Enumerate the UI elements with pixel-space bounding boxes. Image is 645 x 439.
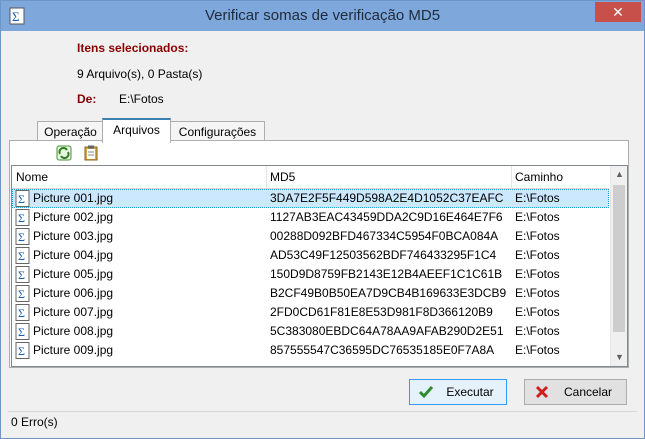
tab-operacao[interactable]: Operação xyxy=(37,121,104,142)
arquivos-panel: Nome MD5 Caminho Σ Picture 001.jpg 3DA7E2F… xyxy=(9,140,629,368)
md5-file-icon: Σ xyxy=(15,304,30,321)
svg-text:Σ: Σ xyxy=(18,287,25,301)
refresh-icon[interactable] xyxy=(56,145,72,161)
check-icon xyxy=(418,386,434,399)
table-row[interactable]: Σ Picture 007.jpg 2FD0CD61F81E8E53D981F8D3… xyxy=(12,303,609,322)
cancel-button[interactable]: Cancelar xyxy=(524,379,627,405)
md5-file-icon: Σ xyxy=(15,209,30,226)
files-list[interactable]: Nome MD5 Caminho Σ Picture 001.jpg 3DA7E2F… xyxy=(11,165,628,367)
md5-cell: AD53C49F12503562BDF746433295F1C4 xyxy=(270,248,497,262)
md5-cell: 5C383080EBDC64A78AA9AFAB290D2E51 xyxy=(270,324,504,338)
path-cell: E:\Fotos xyxy=(515,305,560,319)
tab-arquivos[interactable]: Arquivos xyxy=(102,118,171,143)
column-header-nome[interactable]: Nome xyxy=(12,166,267,188)
file-name-cell: Picture 005.jpg xyxy=(33,267,114,281)
scroll-down-arrow-icon[interactable]: ▼ xyxy=(611,349,627,366)
selected-items-heading: Itens selecionados: xyxy=(77,41,189,55)
md5-file-icon: Σ xyxy=(15,247,30,264)
file-name-cell: Picture 002.jpg xyxy=(33,210,114,224)
cancel-x-icon xyxy=(535,385,549,399)
file-name-cell: Picture 001.jpg xyxy=(33,191,114,205)
md5-cell: 3DA7E2F5F449D598A2E4D1052C37EAFC xyxy=(270,191,504,205)
selected-items-count: 9 Arquivo(s), 0 Pasta(s) xyxy=(77,67,203,81)
table-row[interactable]: Σ Picture 004.jpg AD53C49F12503562BDF74643… xyxy=(12,246,609,265)
svg-text:Σ: Σ xyxy=(18,211,25,225)
svg-text:Σ: Σ xyxy=(18,192,25,206)
file-name-cell: Picture 006.jpg xyxy=(33,286,114,300)
md5-cell: 150D9D8759FB2143E12B4AEEF1C1C61B xyxy=(270,267,503,281)
close-button[interactable]: ✕ xyxy=(595,2,641,22)
tab-configuracoes[interactable]: Configurações xyxy=(170,121,265,142)
file-name-cell: Picture 008.jpg xyxy=(33,324,114,338)
path-cell: E:\Fotos xyxy=(515,324,560,338)
file-name-cell: Picture 003.jpg xyxy=(33,229,114,243)
path-cell: E:\Fotos xyxy=(515,191,560,205)
clipboard-icon[interactable] xyxy=(83,145,99,161)
column-header-md5[interactable]: MD5 xyxy=(266,166,512,188)
md5-file-icon: Σ xyxy=(15,323,30,340)
file-name-cell: Picture 004.jpg xyxy=(33,248,114,262)
svg-text:Σ: Σ xyxy=(18,249,25,263)
md5-file-icon: Σ xyxy=(15,342,30,359)
md5-cell: B2CF49B0B50EA7D9CB4B169633E3DCB9 xyxy=(270,286,507,300)
svg-text:Σ: Σ xyxy=(18,268,25,282)
table-row[interactable]: Σ Picture 002.jpg 1127AB3EAC43459DDA2C9D16… xyxy=(12,208,609,227)
status-bar: 0 Erro(s) xyxy=(8,411,637,432)
svg-text:Σ: Σ xyxy=(18,306,25,320)
md5-cell: 857555547C36595DC76535185E0F7A8A xyxy=(270,343,495,357)
list-header: Nome MD5 Caminho xyxy=(12,166,609,189)
execute-button-label: Executar xyxy=(446,385,494,399)
path-cell: E:\Fotos xyxy=(515,286,560,300)
column-header-caminho[interactable]: Caminho xyxy=(511,166,609,188)
cancel-button-label: Cancelar xyxy=(563,385,613,399)
table-row[interactable]: Σ Picture 005.jpg 150D9D8759FB2143E12B4AEE… xyxy=(12,265,609,284)
md5-cell: 00288D092BFD467334C5954F0BCA084A xyxy=(270,229,499,243)
md5-cell: 2FD0CD61F81E8E53D981F8D366120B9 xyxy=(270,305,493,319)
file-name-cell: Picture 009.jpg xyxy=(33,343,114,357)
md5-file-icon: Σ xyxy=(15,228,30,245)
md5-dialog-window: Σ Verificar somas de verificação MD5 ✕ I… xyxy=(0,0,645,439)
error-count: 0 Erro(s) xyxy=(11,415,58,429)
tab-strip: Operação Arquivos Configurações xyxy=(8,117,637,143)
scrollbar-thumb[interactable] xyxy=(613,185,625,332)
path-cell: E:\Fotos xyxy=(515,343,560,357)
table-row[interactable]: Σ Picture 003.jpg 00288D092BFD467334C5954F… xyxy=(12,227,609,246)
path-cell: E:\Fotos xyxy=(515,267,560,281)
file-name-cell: Picture 007.jpg xyxy=(33,305,114,319)
vertical-scrollbar[interactable]: ▲ ▼ xyxy=(610,166,627,366)
execute-button[interactable]: Executar xyxy=(409,379,507,405)
md5-file-icon: Σ xyxy=(15,285,30,302)
from-path: E:\Fotos xyxy=(119,92,164,106)
window-title: Verificar somas de verificação MD5 xyxy=(204,7,441,24)
title-bar[interactable]: Σ Verificar somas de verificação MD5 ✕ xyxy=(1,1,644,31)
from-label: De: xyxy=(77,92,97,106)
path-cell: E:\Fotos xyxy=(515,229,560,243)
svg-text:Σ: Σ xyxy=(18,344,25,358)
path-cell: E:\Fotos xyxy=(515,210,560,224)
dialog-body: Itens selecionados: 9 Arquivo(s), 0 Past… xyxy=(8,31,637,431)
svg-text:Σ: Σ xyxy=(18,230,25,244)
path-cell: E:\Fotos xyxy=(515,248,560,262)
table-row[interactable]: Σ Picture 008.jpg 5C383080EBDC64A78AA9AFAB… xyxy=(12,322,609,341)
md5-file-icon: Σ xyxy=(15,266,30,283)
scroll-up-arrow-icon[interactable]: ▲ xyxy=(611,166,627,183)
table-row[interactable]: Σ Picture 009.jpg 857555547C36595DC7653518… xyxy=(12,341,609,360)
md5-cell: 1127AB3EAC43459DDA2C9D16E464E7F6 xyxy=(270,210,503,224)
md5-file-icon: Σ xyxy=(15,190,30,207)
table-row[interactable]: Σ Picture 001.jpg 3DA7E2F5F449D598A2E4D105… xyxy=(12,189,609,208)
table-row[interactable]: Σ Picture 006.jpg B2CF49B0B50EA7D9CB4B1696… xyxy=(12,284,609,303)
svg-text:Σ: Σ xyxy=(18,325,25,339)
